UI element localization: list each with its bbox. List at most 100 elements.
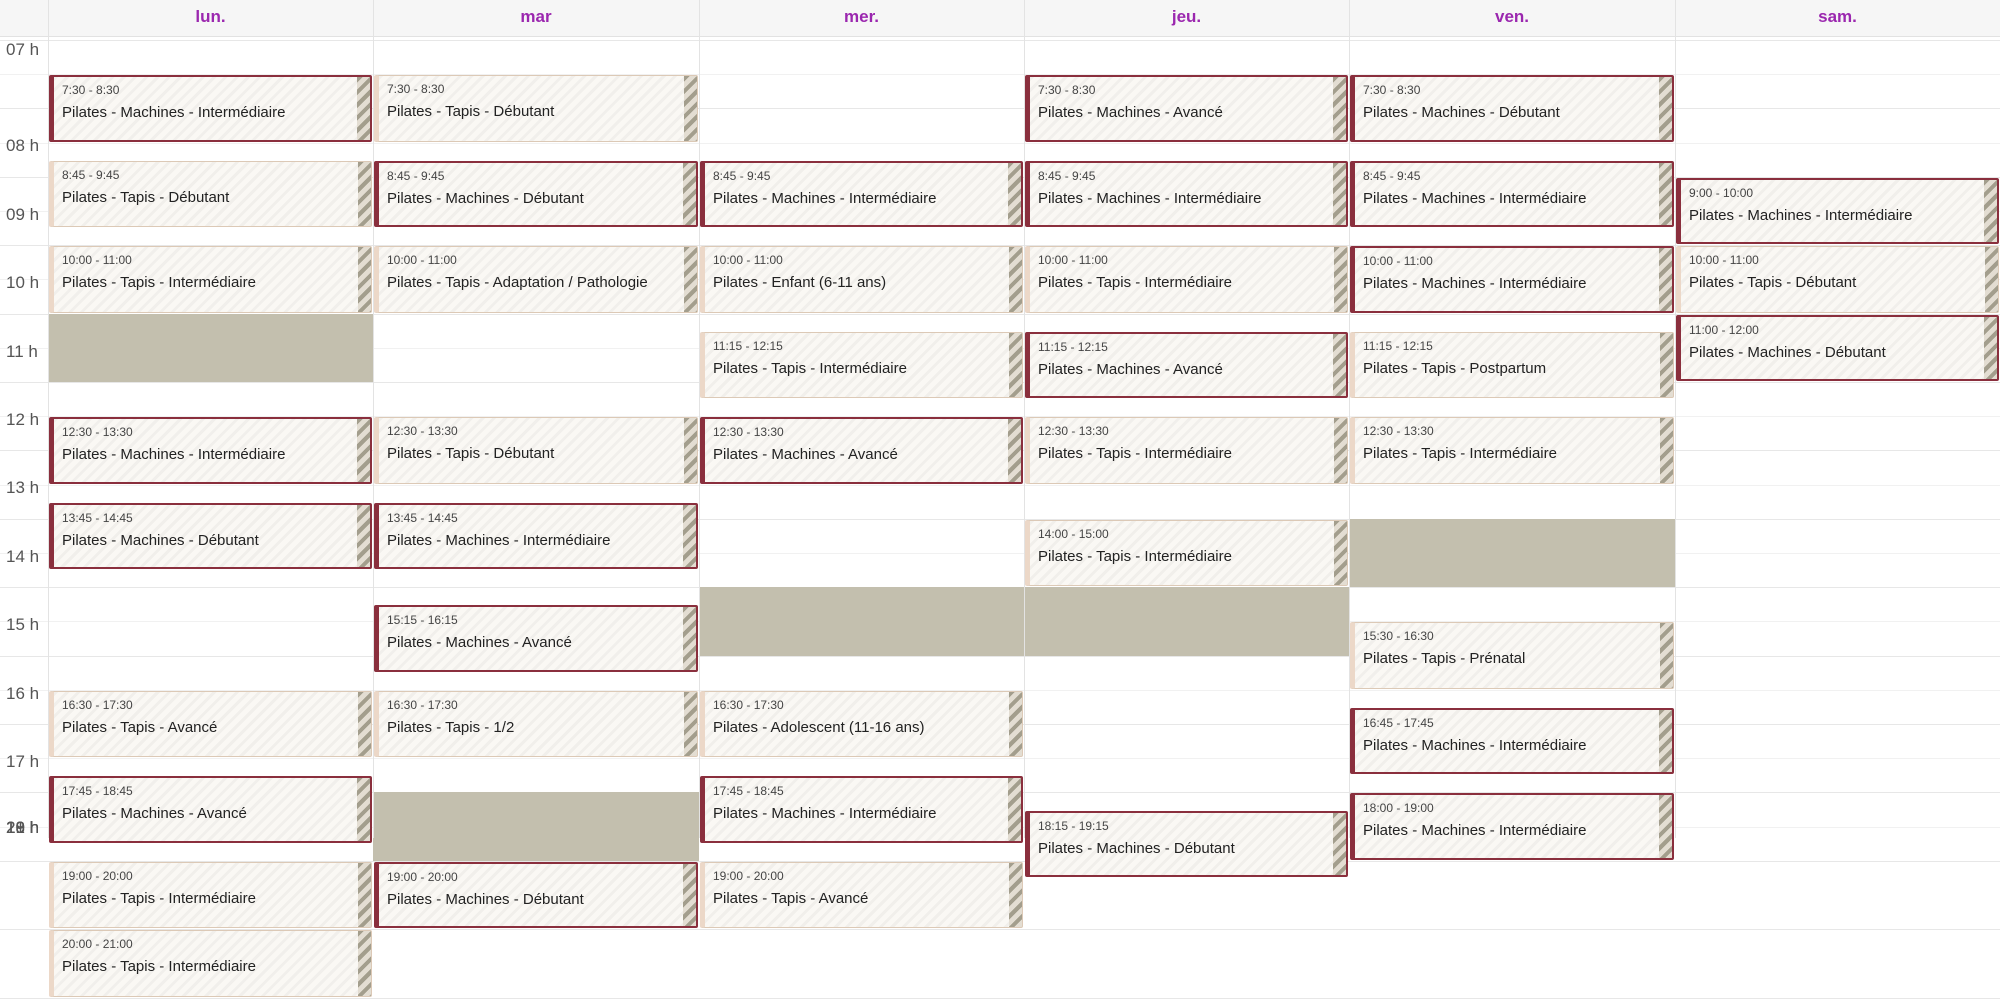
class-event[interactable]: 11:00 - 12:00 Pilates - Machines - Débuta… [1676, 314, 1999, 381]
event-time: 15:30 - 16:30 [1363, 629, 1434, 644]
hour-label: 10 h [6, 273, 40, 292]
class-event[interactable]: 18:15 - 19:15 Pilates - Machines - Débuta… [1025, 810, 1348, 877]
event-time: 10:00 - 11:00 [62, 253, 132, 268]
class-event[interactable]: 19:00 - 20:00 Pilates - Tapis - Avancé [700, 861, 1023, 929]
event-time: 12:30 - 13:30 [1363, 424, 1434, 439]
event-title: Pilates - Tapis - Avancé [62, 718, 218, 736]
event-status-stripe [358, 161, 371, 227]
class-event[interactable]: 13:45 - 14:45 Pilates - Machines - Débuta… [49, 502, 372, 570]
event-title: Pilates - Tapis - Intermédiaire [1038, 274, 1232, 292]
class-event[interactable]: 15:30 - 16:30 Pilates - Tapis - Prénatal [1350, 622, 1674, 689]
class-event[interactable]: 18:00 - 19:00 Pilates - Machines - Interm… [1350, 793, 1674, 860]
day-header-5: sam. [1818, 7, 1857, 26]
class-event[interactable]: 9:00 - 10:00 Pilates - Machines - Intermé… [1676, 177, 1999, 245]
event-time: 12:30 - 13:30 [713, 425, 784, 440]
class-event[interactable]: 12:30 - 13:30 Pilates - Tapis - Intermédi… [1350, 417, 1674, 484]
unavailable-block [373, 792, 699, 861]
day-header-0: lun. [195, 7, 226, 26]
class-event[interactable]: 8:45 - 9:45 Pilates - Machines - Interméd… [1350, 160, 1674, 228]
class-event[interactable]: 8:45 - 9:45 Pilates - Machines - Interméd… [700, 160, 1023, 228]
unavailable-block [1024, 587, 1349, 656]
event-title: Pilates - Machines - Avancé [387, 634, 572, 652]
event-status-stripe [684, 76, 697, 141]
class-event[interactable]: 11:15 - 12:15 Pilates - Tapis - Postpartu… [1350, 331, 1674, 399]
hour-label: 21 h [6, 818, 40, 837]
event-status-stripe [358, 691, 371, 757]
event-status-stripe [684, 418, 697, 483]
class-event[interactable]: 17:45 - 18:45 Pilates - Machines - Avancé [49, 776, 372, 843]
class-event[interactable]: 16:30 - 17:30 Pilates - Tapis - Avancé [49, 690, 372, 758]
class-event[interactable]: 12:30 - 13:30 Pilates - Tapis - Intermédi… [1025, 417, 1348, 484]
event-status-stripe [1985, 247, 1998, 312]
class-event[interactable]: 14:00 - 15:00 Pilates - Tapis - Intermédi… [1025, 519, 1348, 587]
class-event[interactable]: 16:30 - 17:30 Pilates - Adolescent (11-16… [700, 690, 1023, 758]
event-title: Pilates - Tapis - Avancé [713, 889, 869, 907]
class-event[interactable]: 7:30 - 8:30 Pilates - Machines - Débutant [1350, 75, 1674, 142]
class-event[interactable]: 8:45 - 9:45 Pilates - Machines - Interméd… [1025, 160, 1348, 228]
half-hour-gridline [0, 485, 2000, 486]
hour-label: 17 h [6, 752, 40, 771]
hour-label: 07 h [6, 40, 40, 59]
class-event[interactable]: 10:00 - 11:00 Pilates - Tapis - Intermédi… [49, 246, 372, 313]
event-status-stripe [1659, 795, 1672, 858]
event-status-stripe [358, 247, 371, 312]
class-event[interactable]: 7:30 - 8:30 Pilates - Machines - Interméd… [49, 75, 372, 142]
class-event[interactable]: 19:00 - 20:00 Pilates - Machines - Débuta… [374, 861, 698, 929]
class-event[interactable]: 8:45 - 9:45 Pilates - Machines - Débutant [374, 160, 698, 228]
event-time: 7:30 - 8:30 [62, 83, 120, 98]
event-status-stripe [1333, 333, 1346, 397]
event-status-stripe [1008, 162, 1021, 226]
class-event[interactable]: 8:45 - 9:45 Pilates - Tapis - Débutant [49, 160, 372, 228]
event-status-stripe [1334, 418, 1347, 483]
class-event[interactable]: 11:15 - 12:15 Pilates - Tapis - Intermédi… [700, 331, 1023, 399]
class-event[interactable]: 7:30 - 8:30 Pilates - Tapis - Débutant [374, 75, 698, 142]
class-event[interactable]: 10:00 - 11:00 Pilates - Enfant (6-11 ans) [700, 246, 1023, 313]
class-event[interactable]: 20:00 - 21:00 Pilates - Tapis - Intermédi… [49, 930, 372, 997]
event-time: 8:45 - 9:45 [62, 167, 120, 182]
hour-label: 16 h [6, 684, 40, 703]
class-event[interactable]: 16:30 - 17:30 Pilates - Tapis - 1/2 [374, 690, 698, 758]
unavailable-block [699, 587, 1024, 656]
class-event[interactable]: 12:30 - 13:30 Pilates - Machines - Avancé [700, 417, 1023, 484]
event-status-stripe [684, 691, 697, 757]
hour-label: 12 h [6, 410, 40, 429]
hour-label: 11 h [6, 342, 38, 361]
hour-label: 13 h [6, 478, 40, 497]
event-time: 12:30 - 13:30 [62, 425, 133, 440]
event-status-stripe [683, 504, 696, 568]
event-status-stripe [1659, 248, 1672, 311]
event-status-stripe [1334, 520, 1347, 586]
class-event[interactable]: 10:00 - 11:00 Pilates - Machines - Interm… [1350, 246, 1674, 313]
event-status-stripe [1333, 162, 1346, 226]
event-status-stripe [1008, 778, 1021, 841]
event-status-stripe [1660, 623, 1673, 688]
class-event[interactable]: 15:15 - 16:15 Pilates - Machines - Avancé [374, 605, 698, 672]
event-time: 13:45 - 14:45 [62, 510, 133, 525]
event-title: Pilates - Tapis - Prénatal [1363, 650, 1526, 668]
event-time: 16:30 - 17:30 [387, 697, 458, 712]
event-title: Pilates - Machines - Intermédiaire [1363, 822, 1587, 840]
class-event[interactable]: 12:30 - 13:30 Pilates - Machines - Interm… [49, 417, 372, 484]
class-event[interactable]: 10:00 - 11:00 Pilates - Tapis - Intermédi… [1025, 246, 1348, 313]
event-time: 8:45 - 9:45 [713, 168, 771, 183]
class-event[interactable]: 16:45 - 17:45 Pilates - Machines - Interm… [1350, 707, 1674, 775]
class-event[interactable]: 13:45 - 14:45 Pilates - Machines - Interm… [374, 502, 698, 570]
class-event[interactable]: 10:00 - 11:00 Pilates - Tapis - Adaptatio… [374, 246, 698, 313]
class-event[interactable]: 7:30 - 8:30 Pilates - Machines - Avancé [1025, 75, 1348, 142]
unavailable-block [1349, 518, 1675, 588]
class-event[interactable]: 10:00 - 11:00 Pilates - Tapis - Débutant [1676, 246, 1999, 313]
event-status-stripe [1334, 247, 1347, 312]
event-title: Pilates - Machines - Intermédiaire [387, 531, 611, 549]
class-event[interactable]: 17:45 - 18:45 Pilates - Machines - Interm… [700, 776, 1023, 843]
event-title: Pilates - Machines - Avancé [1038, 104, 1223, 122]
class-event[interactable]: 19:00 - 20:00 Pilates - Tapis - Intermédi… [49, 861, 372, 929]
event-title: Pilates - Machines - Débutant [1363, 104, 1560, 122]
event-status-stripe [1659, 709, 1672, 773]
event-time: 11:15 - 12:15 [713, 338, 783, 353]
event-status-stripe [1659, 77, 1672, 140]
event-time: 8:45 - 9:45 [1363, 168, 1421, 183]
hour-label: 08 h [6, 136, 40, 155]
event-time: 12:30 - 13:30 [1038, 424, 1109, 439]
class-event[interactable]: 12:30 - 13:30 Pilates - Tapis - Débutant [374, 417, 698, 484]
class-event[interactable]: 11:15 - 12:15 Pilates - Machines - Avancé [1025, 331, 1348, 399]
